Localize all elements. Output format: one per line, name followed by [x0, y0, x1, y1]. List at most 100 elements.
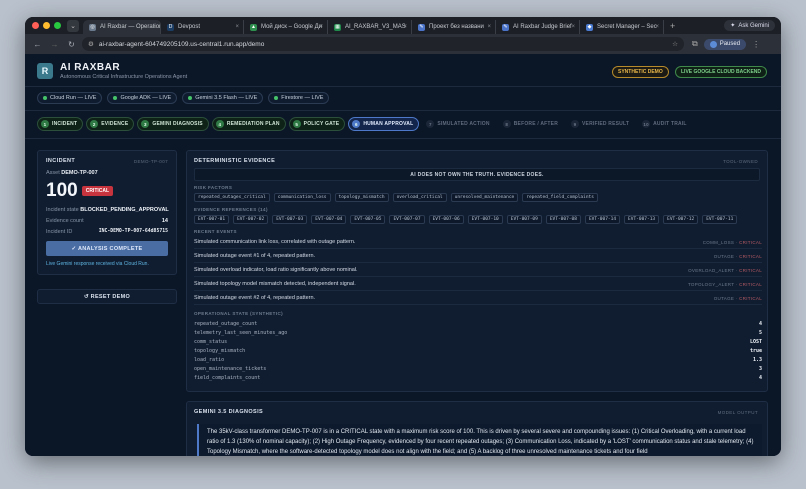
event-type: OVERLOAD_ALERT: [688, 267, 735, 273]
extensions-puzzle-icon[interactable]: ⧉: [692, 39, 698, 49]
diagnosis-card-tag: MODEL OUTPUT: [717, 410, 758, 415]
browser-tab[interactable]: ▦ AI_RAXBAR_V3_MAS ×: [328, 20, 412, 34]
live-status-dot-icon: [113, 96, 118, 100]
favicon-icon: ▦: [334, 23, 341, 31]
browser-tab[interactable]: ◎ AI Raxbar — Operation ×: [83, 20, 161, 34]
browser-window: ⌄ ◎ AI Raxbar — Operation × D Devpost × ▲ Мой д…: [25, 17, 781, 456]
event-tag: OUTAGE · CRITICAL: [713, 295, 762, 301]
operational-state-row: topology_mismatch true: [194, 346, 762, 355]
step-human-approval[interactable]: 6 HUMAN APPROVAL: [348, 117, 420, 131]
operational-state-heading: OPERATIONAL STATE (SYNTHETIC): [194, 311, 284, 316]
step-policy-gate[interactable]: 5 POLICY GATE: [288, 117, 346, 131]
step-before-after[interactable]: 8 BEFORE / AFTER: [499, 117, 564, 131]
evidence-ref-chip: EVT-007-09: [506, 215, 542, 224]
evidence-ref-list: EVT-007-01 EVT-007-02 EVT-007-03 EVT-007-04…: [194, 215, 738, 224]
profile-button[interactable]: Paused: [703, 38, 747, 50]
browser-tab[interactable]: ◆ Secret Manager – Sec ×: [580, 20, 664, 34]
reset-demo-button[interactable]: ↺ RESET DEMO: [37, 289, 177, 304]
risk-factor-chip: repeated_outages_critical: [194, 193, 270, 202]
state-key: repeated_outage_count: [194, 320, 258, 327]
tab-title: AI Raxbar Judge Brief: [513, 24, 572, 30]
tab-title: Secret Manager – Sec: [597, 24, 657, 30]
step-label: VERIFIED RESULT: [582, 121, 630, 127]
step-evidence[interactable]: 2 EVIDENCE: [86, 117, 135, 131]
asset-label: Asset: [46, 170, 60, 176]
back-arrow-icon[interactable]: ←: [33, 40, 42, 49]
risk-factor-chip: communication_loss: [273, 193, 331, 202]
state-value: true: [749, 347, 762, 354]
close-tab-icon[interactable]: ×: [235, 24, 239, 30]
step-number: 3: [141, 120, 150, 128]
event-tag: COMM_LOSS · CRITICAL: [702, 239, 762, 245]
step-label: BEFORE / AFTER: [513, 121, 559, 127]
kebab-menu-icon[interactable]: ⋮: [752, 40, 760, 49]
evidence-banner: AI DOES NOT OWN THE TRUTH. EVIDENCE DOES…: [194, 168, 760, 181]
analysis-complete-button[interactable]: ✓ ANALYSIS COMPLETE: [46, 241, 168, 256]
step-remediation-plan[interactable]: 4 REMEDIATION PLAN: [211, 117, 286, 131]
site-info-icon[interactable]: ⚙: [88, 40, 94, 48]
evidence-count-value: 14: [161, 218, 168, 224]
live-backend-badge: LIVE GOOGLE CLOUD BACKEND: [675, 66, 768, 78]
favicon-icon: ✎: [418, 23, 425, 31]
step-gemini-diagnosis[interactable]: 3 GEMINI DIAGNOSIS: [137, 117, 209, 131]
step-number: 1: [41, 120, 49, 128]
evidence-ref-chip: EVT-007-06: [428, 215, 464, 224]
event-tag: OUTAGE · CRITICAL: [713, 253, 762, 259]
step-audit-trail[interactable]: 10 AUDIT TRAIL: [638, 117, 693, 131]
browser-tab[interactable]: ✎ AI Raxbar Judge Brief ×: [496, 20, 580, 34]
risk-factors-heading: RISK FACTORS: [194, 185, 233, 190]
state-key: topology_mismatch: [194, 347, 246, 354]
evidence-count-label: Evidence count: [46, 218, 84, 224]
steps-divider: [25, 138, 781, 139]
step-label: GEMINI DIAGNOSIS: [152, 121, 203, 127]
minimize-window-button[interactable]: [43, 22, 50, 29]
gemini-response-note: Live Gemini response received via Cloud …: [46, 261, 149, 267]
operational-state-row: field_complaints_count 4: [194, 373, 762, 382]
evidence-ref-chip: EVT-007-02: [233, 215, 269, 224]
state-value: 4: [758, 320, 762, 327]
evidence-ref-chip: EVT-007-07: [389, 215, 425, 224]
header-divider: [25, 86, 781, 87]
favicon-icon: ◎: [89, 23, 96, 31]
step-simulated-action[interactable]: 7 SIMULATED ACTION: [422, 117, 495, 131]
profile-status: Paused: [719, 41, 741, 47]
step-verified-result[interactable]: 9 VERIFIED RESULT: [567, 117, 635, 131]
evidence-ref-chip: EVT-007-01: [194, 215, 230, 224]
diagnosis-card: GEMINI 3.5 DIAGNOSIS MODEL OUTPUT The 35…: [186, 401, 768, 456]
close-tab-icon[interactable]: ×: [571, 24, 575, 30]
recent-events-heading: RECENT EVENTS: [194, 229, 237, 234]
url-field[interactable]: ⚙ ai-raxbar-agent-604749205109.us-centra…: [82, 37, 684, 51]
event-type: OUTAGE: [713, 253, 735, 259]
zoom-window-button[interactable]: [54, 22, 61, 29]
new-tab-button[interactable]: +: [670, 21, 675, 31]
bookmark-star-icon[interactable]: ☆: [672, 40, 678, 48]
step-label: REMEDIATION PLAN: [226, 121, 280, 127]
close-tab-icon[interactable]: ×: [403, 24, 407, 30]
state-key: load_ratio: [194, 356, 225, 363]
close-tab-icon[interactable]: ×: [487, 24, 491, 30]
evidence-card-tag: TOOL-OWNED: [723, 159, 758, 164]
operational-state-row: repeated_outage_count 4: [194, 319, 762, 328]
event-severity: CRITICAL: [739, 253, 762, 259]
step-incident[interactable]: 1 INCIDENT: [37, 117, 84, 131]
event-description: Simulated overload indicator, load ratio…: [194, 267, 358, 273]
tab-search-chevron-icon[interactable]: ⌄: [67, 19, 79, 32]
close-tab-icon[interactable]: ×: [152, 24, 156, 30]
step-number: 10: [642, 120, 651, 128]
risk-factor-chip: overload_critical: [392, 193, 447, 202]
favicon-icon: ✎: [502, 23, 509, 31]
asset-value: DEMO-TP-007: [61, 170, 98, 176]
browser-tab[interactable]: D Devpost ×: [161, 20, 244, 34]
ask-gemini-button[interactable]: ✦ Ask Gemini: [724, 20, 775, 31]
close-tab-icon[interactable]: ×: [319, 24, 323, 30]
close-window-button[interactable]: [32, 22, 39, 29]
app-title: AI RAXBAR: [60, 62, 121, 73]
state-value: BLOCKED_PENDING_APPROVAL: [80, 207, 169, 213]
forward-arrow-icon[interactable]: →: [50, 40, 59, 49]
browser-tab[interactable]: ▲ Мой диск – Google Ди ×: [244, 20, 328, 34]
reload-icon[interactable]: ↻: [67, 40, 76, 49]
browser-tab[interactable]: ✎ Проект без названи ×: [412, 20, 496, 34]
event-tag: TOPOLOGY_ALERT · CRITICAL: [687, 281, 762, 287]
app-root: R AI RAXBAR Autonomous Critical Infrastr…: [25, 54, 781, 456]
close-tab-icon[interactable]: ×: [655, 24, 659, 30]
